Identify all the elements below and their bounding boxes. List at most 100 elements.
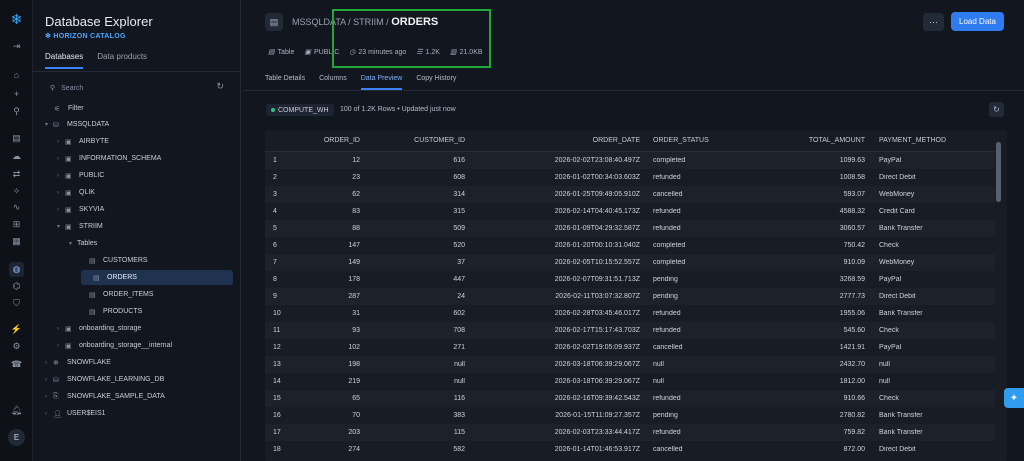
chevron-icon[interactable]: ›: [57, 207, 65, 213]
table-cell[interactable]: 509: [375, 225, 465, 232]
notifications-icon[interactable]: 🔔︎: [9, 403, 24, 418]
table-cell[interactable]: refunded: [653, 208, 763, 215]
table-cell[interactable]: refunded: [653, 174, 763, 181]
chevron-icon[interactable]: ▾: [69, 240, 77, 247]
table-cell[interactable]: Direct Debit: [879, 446, 989, 453]
column-header[interactable]: PAYMENT_METHOD: [879, 137, 989, 144]
table-cell[interactable]: 3268.59: [765, 276, 865, 283]
table-cell[interactable]: 602: [375, 310, 465, 317]
table-row[interactable]: 5 88 509 2026-01-09T04:29:32.587Z refunded 30…: [265, 220, 995, 237]
column-header[interactable]: TOTAL_AMOUNT: [765, 137, 865, 144]
table-cell[interactable]: PayPal: [879, 157, 989, 164]
table-cell[interactable]: 2026-02-28T03:45:46.017Z: [480, 310, 640, 317]
table-cell[interactable]: 2026-01-20T00:10:31.040Z: [480, 242, 640, 249]
data-sharing-icon[interactable]: ⌬: [9, 279, 24, 294]
compute-icon[interactable]: ⚡: [9, 322, 24, 337]
table-cell[interactable]: 1955.06: [765, 310, 865, 317]
tree-item[interactable]: › ▣ QLIK: [57, 185, 95, 200]
chevron-icon[interactable]: ▾: [57, 223, 65, 230]
table-cell[interactable]: refunded: [653, 327, 763, 334]
table-cell[interactable]: null: [879, 361, 989, 368]
table-cell[interactable]: 1421.91: [765, 344, 865, 351]
table-cell[interactable]: null: [653, 378, 763, 385]
ingest-icon[interactable]: ☁: [9, 149, 24, 164]
table-cell[interactable]: 37: [375, 259, 465, 266]
search-input[interactable]: ⚲ Search: [50, 82, 224, 94]
column-header[interactable]: CUSTOMER_ID: [375, 137, 465, 144]
table-cell[interactable]: cancelled: [653, 191, 763, 198]
table-cell[interactable]: 65: [280, 395, 360, 402]
table-cell[interactable]: Bank Transfer: [879, 225, 989, 232]
table-cell[interactable]: Bank Transfer: [879, 429, 989, 436]
refresh-preview-button[interactable]: ↻: [989, 102, 1004, 117]
tab-copy-history[interactable]: Copy History: [416, 75, 456, 90]
chevron-icon[interactable]: ▾: [45, 121, 53, 128]
table-cell[interactable]: 383: [375, 412, 465, 419]
table-cell[interactable]: 88: [280, 225, 360, 232]
table-cell[interactable]: 115: [375, 429, 465, 436]
chevron-icon[interactable]: ›: [57, 190, 65, 196]
table-cell[interactable]: null: [375, 378, 465, 385]
monitoring-icon[interactable]: ∿: [9, 200, 24, 215]
table-row[interactable]: 17 203 115 2026-02-03T23:33:44.417Z refunded…: [265, 424, 995, 441]
table-cell[interactable]: Direct Debit: [879, 174, 989, 181]
table-cell[interactable]: 315: [375, 208, 465, 215]
table-cell[interactable]: WebMoney: [879, 191, 989, 198]
tree-item[interactable]: › ⎘ SNOWFLAKE_SAMPLE_DATA: [45, 389, 165, 404]
chevron-icon[interactable]: ›: [57, 326, 65, 332]
chevron-icon[interactable]: ›: [57, 343, 65, 349]
assistant-icon[interactable]: ✦: [1004, 388, 1024, 408]
table-cell[interactable]: 31: [280, 310, 360, 317]
table-cell[interactable]: cancelled: [653, 344, 763, 351]
table-cell[interactable]: refunded: [653, 225, 763, 232]
table-cell[interactable]: 2026-01-15T11:09:27.357Z: [480, 412, 640, 419]
tab-columns[interactable]: Columns: [319, 75, 347, 90]
table-cell[interactable]: 2026-02-02T23:08:40.497Z: [480, 157, 640, 164]
tree-item[interactable]: ▤ PRODUCTS: [81, 304, 142, 319]
catalog-icon[interactable]: ◍: [9, 262, 24, 277]
table-row[interactable]: 12 102 271 2026-02-02T19:05:09.937Z cancelle…: [265, 339, 995, 356]
warehouse-selector[interactable]: COMPUTE_WH: [266, 104, 334, 116]
table-cell[interactable]: 1008.58: [765, 174, 865, 181]
tab-data-preview[interactable]: Data Preview: [360, 75, 403, 90]
tab-table-details[interactable]: Table Details: [265, 75, 305, 90]
support-icon[interactable]: ☎: [9, 357, 24, 372]
add-icon[interactable]: +: [9, 86, 24, 101]
table-row[interactable]: 6 147 520 2026-01-20T00:10:31.040Z completed…: [265, 237, 995, 254]
chevron-icon[interactable]: ›: [45, 360, 53, 366]
table-cell[interactable]: null: [375, 361, 465, 368]
chevron-icon[interactable]: ›: [45, 377, 53, 383]
table-cell[interactable]: 708: [375, 327, 465, 334]
table-cell[interactable]: null: [879, 378, 989, 385]
table-cell[interactable]: pending: [653, 412, 763, 419]
tree-item[interactable]: › ▣ AIRBYTE: [57, 134, 109, 149]
chevron-icon[interactable]: ›: [57, 173, 65, 179]
table-cell[interactable]: 2026-02-02T19:05:09.937Z: [480, 344, 640, 351]
table-row[interactable]: 4 83 315 2026-02-14T04:40:45.173Z refunded 45…: [265, 203, 995, 220]
tree-item[interactable]: ▾ ▣ STRIIM: [57, 219, 103, 234]
table-cell[interactable]: 2026-01-14T01:46:53.917Z: [480, 446, 640, 453]
table-cell[interactable]: 314: [375, 191, 465, 198]
table-row[interactable]: 11 93 708 2026-02-17T15:17:43.703Z refunded 5…: [265, 322, 995, 339]
table-row[interactable]: 10 31 602 2026-02-28T03:45:46.017Z refunded 1…: [265, 305, 995, 322]
table-row[interactable]: 7 149 37 2026-02-05T10:15:52.557Z completed 9…: [265, 254, 995, 271]
table-cell[interactable]: 2026-03-18T06:39:29.067Z: [480, 361, 640, 368]
governance-icon[interactable]: ⛉: [9, 296, 24, 311]
table-cell[interactable]: 2026-01-25T09:49:05.910Z: [480, 191, 640, 198]
column-header[interactable]: ORDER_STATUS: [653, 137, 763, 144]
chevron-icon[interactable]: ›: [45, 411, 53, 417]
table-cell[interactable]: completed: [653, 157, 763, 164]
column-header[interactable]: ORDER_DATE: [480, 137, 640, 144]
table-cell[interactable]: 2026-03-18T06:39:29.067Z: [480, 378, 640, 385]
table-cell[interactable]: 2780.82: [765, 412, 865, 419]
table-cell[interactable]: Check: [879, 242, 989, 249]
table-cell[interactable]: 219: [280, 378, 360, 385]
table-cell[interactable]: refunded: [653, 429, 763, 436]
admin-icon[interactable]: ⚙: [9, 339, 24, 354]
tree-item[interactable]: › ▣ SKYVIA: [57, 202, 104, 217]
scrollbar[interactable]: [996, 142, 1001, 202]
table-cell[interactable]: 616: [375, 157, 465, 164]
table-cell[interactable]: pending: [653, 276, 763, 283]
table-cell[interactable]: completed: [653, 259, 763, 266]
table-cell[interactable]: 2026-02-03T23:33:44.417Z: [480, 429, 640, 436]
